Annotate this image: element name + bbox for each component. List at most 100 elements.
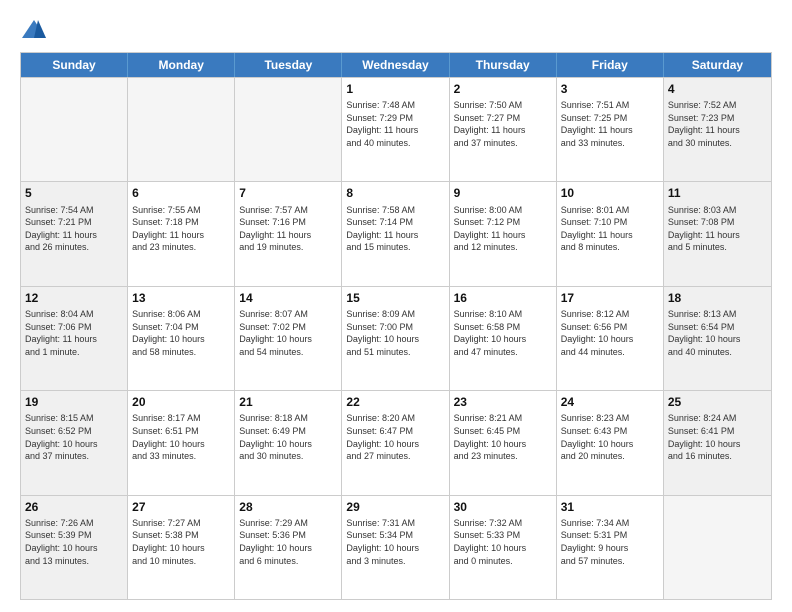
- calendar-cell: 21 Sunrise: 8:18 AM Sunset: 6:49 PM Dayli…: [235, 391, 342, 494]
- cell-info: Sunrise: 8:20 AM Sunset: 6:47 PM Dayligh…: [346, 412, 444, 462]
- calendar-header: SundayMondayTuesdayWednesdayThursdayFrid…: [21, 53, 771, 77]
- calendar-cell: 7Sunrise: 7:57 AM Sunset: 7:16 PM Daylig…: [235, 182, 342, 285]
- weekday-label: Tuesday: [235, 53, 342, 77]
- calendar-cell: 16 Sunrise: 8:10 AM Sunset: 6:58 PM Dayli…: [450, 287, 557, 390]
- day-number: 6: [132, 185, 230, 201]
- day-number: 14: [239, 290, 337, 306]
- cell-info: Sunrise: 7:32 AM Sunset: 5:33 PM Dayligh…: [454, 517, 552, 567]
- calendar-cell: 31 Sunrise: 7:34 AM Sunset: 5:31 PM Dayli…: [557, 496, 664, 599]
- weekday-label: Monday: [128, 53, 235, 77]
- day-number: 31: [561, 499, 659, 515]
- cell-info: Sunrise: 8:03 AM Sunset: 7:08 PM Dayligh…: [668, 204, 767, 254]
- calendar-body: 1Sunrise: 7:48 AM Sunset: 7:29 PM Daylig…: [21, 77, 771, 599]
- calendar-cell: 25 Sunrise: 8:24 AM Sunset: 6:41 PM Dayli…: [664, 391, 771, 494]
- day-number: 16: [454, 290, 552, 306]
- weekday-label: Wednesday: [342, 53, 449, 77]
- weekday-label: Friday: [557, 53, 664, 77]
- calendar-cell: 15 Sunrise: 8:09 AM Sunset: 7:00 PM Dayli…: [342, 287, 449, 390]
- day-number: 20: [132, 394, 230, 410]
- calendar-cell: 23Sunrise: 8:21 AM Sunset: 6:45 PM Dayli…: [450, 391, 557, 494]
- cell-info: Sunrise: 8:23 AM Sunset: 6:43 PM Dayligh…: [561, 412, 659, 462]
- calendar-cell: [21, 78, 128, 181]
- calendar-cell: 13 Sunrise: 8:06 AM Sunset: 7:04 PM Dayli…: [128, 287, 235, 390]
- header: [20, 16, 772, 44]
- calendar-cell: 9 Sunrise: 8:00 AM Sunset: 7:12 PM Daylig…: [450, 182, 557, 285]
- day-number: 15: [346, 290, 444, 306]
- cell-info: Sunrise: 7:48 AM Sunset: 7:29 PM Dayligh…: [346, 99, 444, 149]
- cell-info: Sunrise: 7:34 AM Sunset: 5:31 PM Dayligh…: [561, 517, 659, 567]
- calendar-cell: 8 Sunrise: 7:58 AM Sunset: 7:14 PM Daylig…: [342, 182, 449, 285]
- calendar-cell: 3 Sunrise: 7:51 AM Sunset: 7:25 PM Daylig…: [557, 78, 664, 181]
- cell-info: Sunrise: 8:07 AM Sunset: 7:02 PM Dayligh…: [239, 308, 337, 358]
- cell-info: Sunrise: 7:26 AM Sunset: 5:39 PM Dayligh…: [25, 517, 123, 567]
- day-number: 25: [668, 394, 767, 410]
- day-number: 29: [346, 499, 444, 515]
- day-number: 24: [561, 394, 659, 410]
- cell-info: Sunrise: 8:24 AM Sunset: 6:41 PM Dayligh…: [668, 412, 767, 462]
- day-number: 17: [561, 290, 659, 306]
- calendar-cell: 1Sunrise: 7:48 AM Sunset: 7:29 PM Daylig…: [342, 78, 449, 181]
- calendar-cell: 17 Sunrise: 8:12 AM Sunset: 6:56 PM Dayli…: [557, 287, 664, 390]
- logo-icon: [20, 16, 48, 44]
- calendar-cell: 19 Sunrise: 8:15 AM Sunset: 6:52 PM Dayli…: [21, 391, 128, 494]
- cell-info: Sunrise: 8:06 AM Sunset: 7:04 PM Dayligh…: [132, 308, 230, 358]
- calendar: SundayMondayTuesdayWednesdayThursdayFrid…: [20, 52, 772, 600]
- day-number: 3: [561, 81, 659, 97]
- day-number: 30: [454, 499, 552, 515]
- cell-info: Sunrise: 8:18 AM Sunset: 6:49 PM Dayligh…: [239, 412, 337, 462]
- cell-info: Sunrise: 7:50 AM Sunset: 7:27 PM Dayligh…: [454, 99, 552, 149]
- calendar-cell: 5Sunrise: 7:54 AM Sunset: 7:21 PM Daylig…: [21, 182, 128, 285]
- calendar-cell: 2Sunrise: 7:50 AM Sunset: 7:27 PM Daylig…: [450, 78, 557, 181]
- day-number: 12: [25, 290, 123, 306]
- cell-info: Sunrise: 7:51 AM Sunset: 7:25 PM Dayligh…: [561, 99, 659, 149]
- calendar-cell: [664, 496, 771, 599]
- cell-info: Sunrise: 8:04 AM Sunset: 7:06 PM Dayligh…: [25, 308, 123, 358]
- day-number: 19: [25, 394, 123, 410]
- calendar-row: 26Sunrise: 7:26 AM Sunset: 5:39 PM Dayli…: [21, 495, 771, 599]
- cell-info: Sunrise: 7:31 AM Sunset: 5:34 PM Dayligh…: [346, 517, 444, 567]
- day-number: 11: [668, 185, 767, 201]
- day-number: 4: [668, 81, 767, 97]
- calendar-row: 5Sunrise: 7:54 AM Sunset: 7:21 PM Daylig…: [21, 181, 771, 285]
- calendar-cell: 26Sunrise: 7:26 AM Sunset: 5:39 PM Dayli…: [21, 496, 128, 599]
- cell-info: Sunrise: 8:13 AM Sunset: 6:54 PM Dayligh…: [668, 308, 767, 358]
- calendar-cell: 18 Sunrise: 8:13 AM Sunset: 6:54 PM Dayli…: [664, 287, 771, 390]
- cell-info: Sunrise: 8:09 AM Sunset: 7:00 PM Dayligh…: [346, 308, 444, 358]
- cell-info: Sunrise: 7:27 AM Sunset: 5:38 PM Dayligh…: [132, 517, 230, 567]
- calendar-cell: 11 Sunrise: 8:03 AM Sunset: 7:08 PM Dayli…: [664, 182, 771, 285]
- calendar-cell: 20Sunrise: 8:17 AM Sunset: 6:51 PM Dayli…: [128, 391, 235, 494]
- calendar-cell: 10Sunrise: 8:01 AM Sunset: 7:10 PM Dayli…: [557, 182, 664, 285]
- cell-info: Sunrise: 7:29 AM Sunset: 5:36 PM Dayligh…: [239, 517, 337, 567]
- calendar-cell: 28 Sunrise: 7:29 AM Sunset: 5:36 PM Dayli…: [235, 496, 342, 599]
- page: SundayMondayTuesdayWednesdayThursdayFrid…: [0, 0, 792, 612]
- cell-info: Sunrise: 7:55 AM Sunset: 7:18 PM Dayligh…: [132, 204, 230, 254]
- cell-info: Sunrise: 7:52 AM Sunset: 7:23 PM Dayligh…: [668, 99, 767, 149]
- calendar-row: 19 Sunrise: 8:15 AM Sunset: 6:52 PM Dayli…: [21, 390, 771, 494]
- cell-info: Sunrise: 7:57 AM Sunset: 7:16 PM Dayligh…: [239, 204, 337, 254]
- calendar-cell: 4 Sunrise: 7:52 AM Sunset: 7:23 PM Daylig…: [664, 78, 771, 181]
- day-number: 13: [132, 290, 230, 306]
- cell-info: Sunrise: 8:00 AM Sunset: 7:12 PM Dayligh…: [454, 204, 552, 254]
- cell-info: Sunrise: 7:58 AM Sunset: 7:14 PM Dayligh…: [346, 204, 444, 254]
- weekday-label: Sunday: [21, 53, 128, 77]
- calendar-cell: 29 Sunrise: 7:31 AM Sunset: 5:34 PM Dayli…: [342, 496, 449, 599]
- calendar-cell: [128, 78, 235, 181]
- calendar-cell: [235, 78, 342, 181]
- day-number: 21: [239, 394, 337, 410]
- day-number: 28: [239, 499, 337, 515]
- day-number: 9: [454, 185, 552, 201]
- cell-info: Sunrise: 8:12 AM Sunset: 6:56 PM Dayligh…: [561, 308, 659, 358]
- cell-info: Sunrise: 8:01 AM Sunset: 7:10 PM Dayligh…: [561, 204, 659, 254]
- calendar-cell: 24 Sunrise: 8:23 AM Sunset: 6:43 PM Dayli…: [557, 391, 664, 494]
- cell-info: Sunrise: 8:21 AM Sunset: 6:45 PM Dayligh…: [454, 412, 552, 462]
- calendar-cell: 14 Sunrise: 8:07 AM Sunset: 7:02 PM Dayli…: [235, 287, 342, 390]
- day-number: 18: [668, 290, 767, 306]
- calendar-cell: 30 Sunrise: 7:32 AM Sunset: 5:33 PM Dayli…: [450, 496, 557, 599]
- cell-info: Sunrise: 7:54 AM Sunset: 7:21 PM Dayligh…: [25, 204, 123, 254]
- calendar-cell: 12 Sunrise: 8:04 AM Sunset: 7:06 PM Dayli…: [21, 287, 128, 390]
- cell-info: Sunrise: 8:10 AM Sunset: 6:58 PM Dayligh…: [454, 308, 552, 358]
- day-number: 8: [346, 185, 444, 201]
- calendar-cell: 27Sunrise: 7:27 AM Sunset: 5:38 PM Dayli…: [128, 496, 235, 599]
- calendar-cell: 6 Sunrise: 7:55 AM Sunset: 7:18 PM Daylig…: [128, 182, 235, 285]
- cell-info: Sunrise: 8:15 AM Sunset: 6:52 PM Dayligh…: [25, 412, 123, 462]
